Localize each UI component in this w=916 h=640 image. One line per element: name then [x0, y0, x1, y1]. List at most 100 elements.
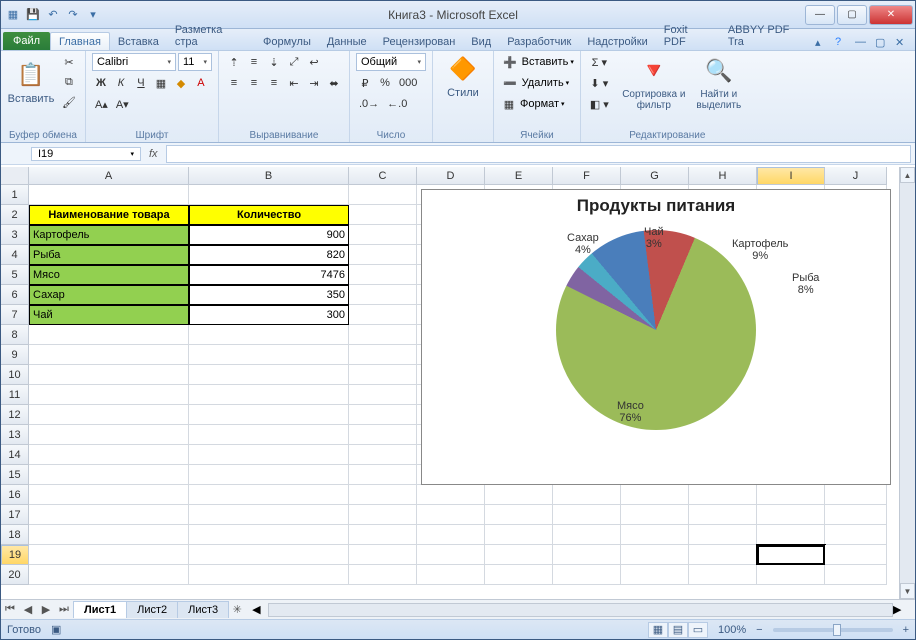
cell-I19[interactable] [757, 545, 825, 565]
cell-B4[interactable]: 820 [189, 245, 349, 265]
row-header-9[interactable]: 9 [1, 345, 29, 365]
paste-button[interactable]: 📋 Вставить [7, 53, 55, 111]
col-header-A[interactable]: A [29, 167, 189, 185]
cell-J16[interactable] [825, 485, 887, 505]
row-header-13[interactable]: 13 [1, 425, 29, 445]
fill-color-button[interactable]: ◆ [172, 74, 190, 92]
row-header-16[interactable]: 16 [1, 485, 29, 505]
increase-indent-icon[interactable]: ⇥ [305, 74, 323, 92]
col-header-C[interactable]: C [349, 167, 417, 185]
cell-C14[interactable] [349, 445, 417, 465]
cell-C8[interactable] [349, 325, 417, 345]
fill-icon[interactable]: ⬇ ▾ [587, 74, 612, 92]
mdi-min-icon[interactable]: — [855, 36, 869, 50]
row-header-2[interactable]: 2 [1, 205, 29, 225]
cell-B17[interactable] [189, 505, 349, 525]
macro-record-icon[interactable]: ▣ [51, 623, 61, 636]
row-header-19[interactable]: 19 [1, 545, 29, 565]
fx-icon[interactable]: fx [141, 148, 166, 160]
orientation-icon[interactable]: ⤢ [285, 53, 303, 71]
sheet-tab-Лист1[interactable]: Лист1 [73, 601, 127, 618]
font-name-select[interactable]: Calibri▾ [92, 53, 176, 71]
vertical-scrollbar[interactable]: ▲ ▼ [899, 167, 915, 599]
cell-C10[interactable] [349, 365, 417, 385]
align-bottom-icon[interactable]: ⇣ [265, 53, 283, 71]
cell-B12[interactable] [189, 405, 349, 425]
cell-B14[interactable] [189, 445, 349, 465]
cell-C4[interactable] [349, 245, 417, 265]
cell-B3[interactable]: 900 [189, 225, 349, 245]
zoom-slider[interactable] [773, 628, 893, 632]
decrease-font-icon[interactable]: A▾ [113, 95, 132, 113]
cell-F18[interactable] [553, 525, 621, 545]
zoom-value[interactable]: 100% [718, 624, 746, 636]
row-header-4[interactable]: 4 [1, 245, 29, 265]
help-icon[interactable]: ? [835, 36, 849, 50]
cell-H17[interactable] [689, 505, 757, 525]
cell-J19[interactable] [825, 545, 887, 565]
cell-B5[interactable]: 7476 [189, 265, 349, 285]
cell-A11[interactable] [29, 385, 189, 405]
row-header-18[interactable]: 18 [1, 525, 29, 545]
col-header-D[interactable]: D [417, 167, 485, 185]
new-sheet-icon[interactable]: ✳ [228, 603, 246, 616]
cell-H18[interactable] [689, 525, 757, 545]
cell-D17[interactable] [417, 505, 485, 525]
align-right-icon[interactable]: ≡ [265, 74, 283, 92]
cell-C5[interactable] [349, 265, 417, 285]
cell-C1[interactable] [349, 185, 417, 205]
cell-F16[interactable] [553, 485, 621, 505]
cell-D20[interactable] [417, 565, 485, 585]
cell-A1[interactable] [29, 185, 189, 205]
cell-E18[interactable] [485, 525, 553, 545]
cell-C2[interactable] [349, 205, 417, 225]
row-header-1[interactable]: 1 [1, 185, 29, 205]
cell-C20[interactable] [349, 565, 417, 585]
cell-G19[interactable] [621, 545, 689, 565]
cell-G18[interactable] [621, 525, 689, 545]
scroll-up-icon[interactable]: ▲ [900, 167, 915, 183]
decrease-indent-icon[interactable]: ⇤ [285, 74, 303, 92]
cell-F19[interactable] [553, 545, 621, 565]
scroll-down-icon[interactable]: ▼ [900, 583, 915, 599]
wrap-text-icon[interactable]: ↩ [305, 53, 323, 71]
cell-B9[interactable] [189, 345, 349, 365]
cell-G16[interactable] [621, 485, 689, 505]
sheet-tab-Лист3[interactable]: Лист3 [177, 601, 229, 618]
insert-cells-button[interactable]: ➕ [500, 53, 520, 71]
row-header-6[interactable]: 6 [1, 285, 29, 305]
cell-I16[interactable] [757, 485, 825, 505]
row-header-10[interactable]: 10 [1, 365, 29, 385]
align-middle-icon[interactable]: ≡ [245, 53, 263, 71]
tab-данные[interactable]: Данные [319, 33, 375, 50]
cell-C3[interactable] [349, 225, 417, 245]
row-header-11[interactable]: 11 [1, 385, 29, 405]
cell-A15[interactable] [29, 465, 189, 485]
cell-B6[interactable]: 350 [189, 285, 349, 305]
underline-button[interactable]: Ч [132, 74, 150, 92]
font-color-button[interactable]: A [192, 74, 210, 92]
tab-file[interactable]: Файл [3, 32, 50, 50]
number-format-select[interactable]: Общий▾ [356, 53, 426, 71]
cell-B7[interactable]: 300 [189, 305, 349, 325]
cell-B11[interactable] [189, 385, 349, 405]
cell-A12[interactable] [29, 405, 189, 425]
cell-B13[interactable] [189, 425, 349, 445]
cell-A16[interactable] [29, 485, 189, 505]
cell-grid[interactable]: Наименование товараКоличествоКартофель90… [29, 185, 887, 599]
hscroll-left-icon[interactable]: ◀ [252, 603, 268, 616]
maximize-button[interactable]: ▢ [837, 5, 867, 25]
cell-A18[interactable] [29, 525, 189, 545]
horizontal-scrollbar[interactable]: ◀ ▶ [252, 603, 909, 617]
row-header-17[interactable]: 17 [1, 505, 29, 525]
cell-C6[interactable] [349, 285, 417, 305]
cell-B20[interactable] [189, 565, 349, 585]
cell-C16[interactable] [349, 485, 417, 505]
cell-B19[interactable] [189, 545, 349, 565]
styles-button[interactable]: 🔶 Стили [439, 53, 487, 99]
cell-E19[interactable] [485, 545, 553, 565]
cell-A2[interactable]: Наименование товара [29, 205, 189, 225]
cell-A5[interactable]: Мясо [29, 265, 189, 285]
formula-input[interactable] [166, 145, 911, 163]
tab-формулы[interactable]: Формулы [255, 33, 319, 50]
